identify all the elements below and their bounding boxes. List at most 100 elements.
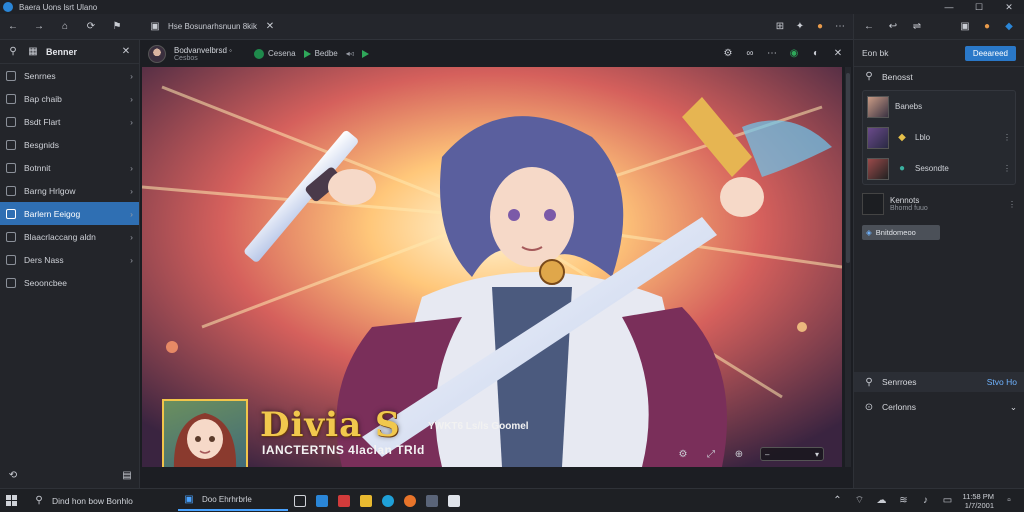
terminal-icon[interactable] <box>426 494 438 507</box>
sidebar-item[interactable]: Bsdt Flart › <box>0 110 139 133</box>
sidebar-item-icon <box>6 70 16 81</box>
rp-card-list: Banebs ◆ Lblo ⋮ ● Sesondte ⋮ <box>862 90 1016 185</box>
play-pill[interactable]: Bedbe <box>303 49 338 58</box>
card-more-icon[interactable]: ⋮ <box>1003 133 1011 142</box>
rp-section-header: ⚲ Benosst <box>854 66 1024 86</box>
sidebar-history-icon[interactable]: ⟲ <box>6 468 20 482</box>
sidebar-item-label: Blaacrlaccang aldn <box>24 231 96 242</box>
sidebar-item-label: Barng Hrlgow <box>24 185 76 196</box>
sidebar-trash-icon[interactable]: ▤ <box>120 468 134 482</box>
close-viewer-icon[interactable]: ✕ <box>831 47 845 61</box>
play-small-icon[interactable] <box>361 49 369 58</box>
notepad-icon[interactable] <box>448 494 460 507</box>
task-view-icon[interactable] <box>294 494 306 507</box>
rp-shuffle-icon[interactable]: ⇌ <box>910 20 924 34</box>
forward-arrow-icon[interactable]: → <box>32 20 46 34</box>
sidebar-item[interactable]: Botnnit › <box>0 156 139 179</box>
volume-icon[interactable]: ♪ <box>918 494 932 508</box>
firefox-icon[interactable] <box>404 494 416 507</box>
nav-arrows[interactable]: ◂◃ <box>346 49 354 58</box>
fullscreen-icon[interactable]: ⤢ <box>704 447 718 461</box>
rp-primary-button[interactable]: Deeareed <box>964 45 1016 61</box>
back-arrow-icon[interactable]: ← <box>6 20 20 34</box>
rp-window-icon[interactable]: ▣ <box>958 20 972 34</box>
red-app-icon[interactable] <box>338 494 350 507</box>
zoom-control[interactable]: ‒ ▾ <box>760 447 824 461</box>
sidebar-search-icon[interactable]: ⚲ <box>6 45 20 59</box>
rp-forward-icon[interactable]: ↩ <box>886 20 900 34</box>
game-artwork: Divia S YWKT6 Ls/ls Goomel IANCTERTNS 4l… <box>142 67 842 467</box>
clock-date: 1/7/2001 <box>964 500 994 510</box>
viewer-scrollbar[interactable] <box>845 67 851 467</box>
maximize-button[interactable]: ☐ <box>964 2 994 13</box>
sidebar-close-icon[interactable]: ✕ <box>119 45 133 59</box>
sidebar-item[interactable]: Seooncbee <box>0 271 139 294</box>
settings-gear-icon[interactable]: ⚙ <box>721 47 735 61</box>
notifications-icon[interactable]: ▫ <box>1002 494 1016 508</box>
sidebar-item-icon <box>6 208 16 219</box>
scrollbar-thumb[interactable] <box>846 73 850 263</box>
compass-icon[interactable]: ◐ <box>809 47 823 61</box>
split-view-icon[interactable]: ⊞ <box>773 20 787 34</box>
bookmark-icon[interactable]: ⚑ <box>110 20 124 34</box>
rp-footer-link[interactable]: Stvo Ho <box>987 377 1017 387</box>
zoom-out-icon[interactable]: ‒ <box>765 450 769 459</box>
zoom-in-icon[interactable]: ▾ <box>815 450 819 459</box>
image-settings-icon[interactable]: ⚙ <box>676 447 690 461</box>
taskbar-search[interactable]: ⚲ Dind hon bow Bonhlo <box>32 494 172 508</box>
green-status-icon[interactable]: ◉ <box>787 47 801 61</box>
cloud-icon[interactable]: ☁ <box>874 494 888 508</box>
avatar[interactable] <box>148 44 166 63</box>
profile-icon[interactable]: ● <box>813 20 827 34</box>
rp-tag-button[interactable]: ◈ Bnitdomeoo <box>862 225 940 240</box>
more-dots-icon[interactable]: ⋯ <box>765 47 779 61</box>
taskbar-active-app[interactable]: ▣ Doo Ehrhrbrle <box>178 491 288 511</box>
rp-app-icon[interactable]: ◆ <box>1002 20 1016 34</box>
entry-more-icon[interactable]: ⋮ <box>1008 200 1016 209</box>
file-explorer-icon[interactable] <box>360 494 372 507</box>
chevron-up-icon[interactable]: ⌃ <box>830 494 844 508</box>
sidebar-item[interactable]: Barlern Eeigog › <box>0 202 139 225</box>
close-button[interactable]: ✕ <box>994 2 1024 13</box>
chevron-down-icon[interactable]: ⌄ <box>1010 402 1017 413</box>
widgets-icon[interactable] <box>316 494 328 507</box>
rp-footer-row[interactable]: ⚲ Senrroes Stvo Ho <box>854 372 1024 392</box>
tab-close-icon[interactable]: ✕ <box>263 20 277 34</box>
rp-header: Eon bk Deeareed <box>854 40 1024 66</box>
refresh-icon[interactable]: ⟳ <box>84 20 98 34</box>
sidebar-item-label: Seooncbee <box>24 277 68 288</box>
game-thumbnail[interactable] <box>162 399 248 467</box>
list-item[interactable]: ◆ Lblo ⋮ <box>863 122 1015 153</box>
extension-icon[interactable]: ✦ <box>793 20 807 34</box>
share-icon[interactable]: ∞ <box>743 47 757 61</box>
home-icon[interactable]: ⌂ <box>58 20 72 34</box>
wifi-icon[interactable]: ≋ <box>896 494 910 508</box>
battery-icon[interactable]: ▭ <box>940 494 954 508</box>
zoom-icon[interactable]: ⊕ <box>732 447 746 461</box>
tab-icon: ▣ <box>150 21 160 32</box>
card-more-icon[interactable]: ⋮ <box>1003 164 1011 173</box>
list-item[interactable]: ● Sesondte ⋮ <box>863 153 1015 184</box>
rp-avatar-icon[interactable]: ● <box>980 20 994 34</box>
card-label: Lblo <box>915 133 931 142</box>
minimize-button[interactable]: — <box>934 2 964 13</box>
rp-back-icon[interactable]: ← <box>862 20 876 34</box>
sidebar-item[interactable]: Bap chaib › <box>0 87 139 110</box>
network-icon[interactable]: ⌔ <box>852 494 866 508</box>
rp-entry[interactable]: Kennots Bhomd fuuo ⋮ <box>862 189 1016 219</box>
sidebar-item[interactable]: Barng Hrlgow › <box>0 179 139 202</box>
status-pill[interactable]: Cesena <box>254 48 296 59</box>
sidebar-item[interactable]: Blaacrlaccang aldn › <box>0 225 139 248</box>
chevron-right-icon: › <box>130 254 133 265</box>
edge-icon[interactable] <box>382 494 394 507</box>
sidebar-item[interactable]: Ders Nass › <box>0 248 139 271</box>
start-button[interactable] <box>6 495 26 506</box>
list-item[interactable]: Banebs <box>863 91 1015 122</box>
tab-active[interactable]: Hse Bosunarhsnuun 8kik <box>168 22 257 31</box>
sidebar-item-label: Barlern Eeigog <box>24 208 81 219</box>
sidebar-item[interactable]: Senrnes › <box>0 64 139 87</box>
menu-dots-icon[interactable]: ⋯ <box>833 20 847 34</box>
sidebar-item[interactable]: Besgnids <box>0 133 139 156</box>
rp-footer-row-2[interactable]: ⊙ Cerlonns ⌄ <box>854 397 1024 417</box>
taskbar-clock[interactable]: 11:58 PM 1/7/2001 <box>962 492 994 510</box>
